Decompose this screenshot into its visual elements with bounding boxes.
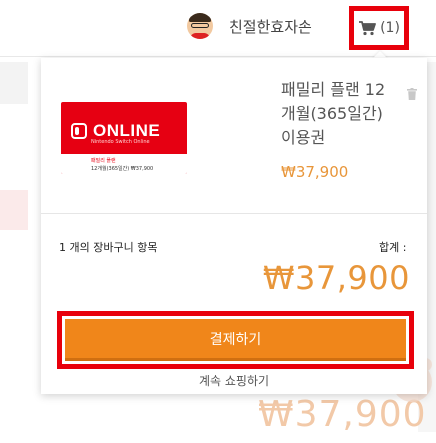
background-panel bbox=[0, 190, 28, 230]
page-divider bbox=[0, 56, 436, 57]
product-image-subtitle: Nintendo Switch Online bbox=[91, 139, 150, 145]
background-price: ₩37,900 bbox=[258, 394, 427, 435]
product-name[interactable]: 패밀리 플랜 12 개월(365일간) 이용권 bbox=[281, 78, 401, 150]
total-label: 합계 : bbox=[379, 241, 407, 254]
cart-count: (1) bbox=[380, 20, 400, 36]
avatar bbox=[187, 13, 213, 39]
username: 친절한효자손 bbox=[229, 17, 312, 36]
user-menu[interactable]: 친절한효자손 bbox=[187, 13, 312, 39]
cart-icon bbox=[358, 20, 376, 36]
cart-button[interactable]: (1) bbox=[349, 6, 409, 50]
total-price: ₩37,900 bbox=[262, 259, 410, 297]
items-count: 1 개의 장바구니 항목 bbox=[59, 241, 158, 254]
divider bbox=[41, 213, 427, 214]
product-image[interactable]: ONLINE Nintendo Switch Online 패밀리 플랜 12개… bbox=[61, 102, 187, 174]
checkout-button[interactable]: 결제하기 bbox=[65, 319, 406, 361]
continue-shopping-link[interactable]: 계속 쇼핑하기 bbox=[41, 372, 427, 389]
switch-logo-icon bbox=[71, 123, 87, 139]
product-price: ₩37,900 bbox=[281, 163, 349, 181]
product-image-band-title: 패밀리 플랜 bbox=[91, 158, 116, 164]
product-image-logo: ONLINE bbox=[93, 121, 161, 140]
background-panel bbox=[0, 62, 28, 104]
cart-dropdown: ONLINE Nintendo Switch Online 패밀리 플랜 12개… bbox=[41, 58, 427, 394]
checkout-highlight: 결제하기 bbox=[57, 311, 414, 369]
product-image-band-price: 12개월(365일간) ₩37,900 bbox=[91, 166, 154, 172]
trash-icon[interactable] bbox=[407, 85, 417, 104]
